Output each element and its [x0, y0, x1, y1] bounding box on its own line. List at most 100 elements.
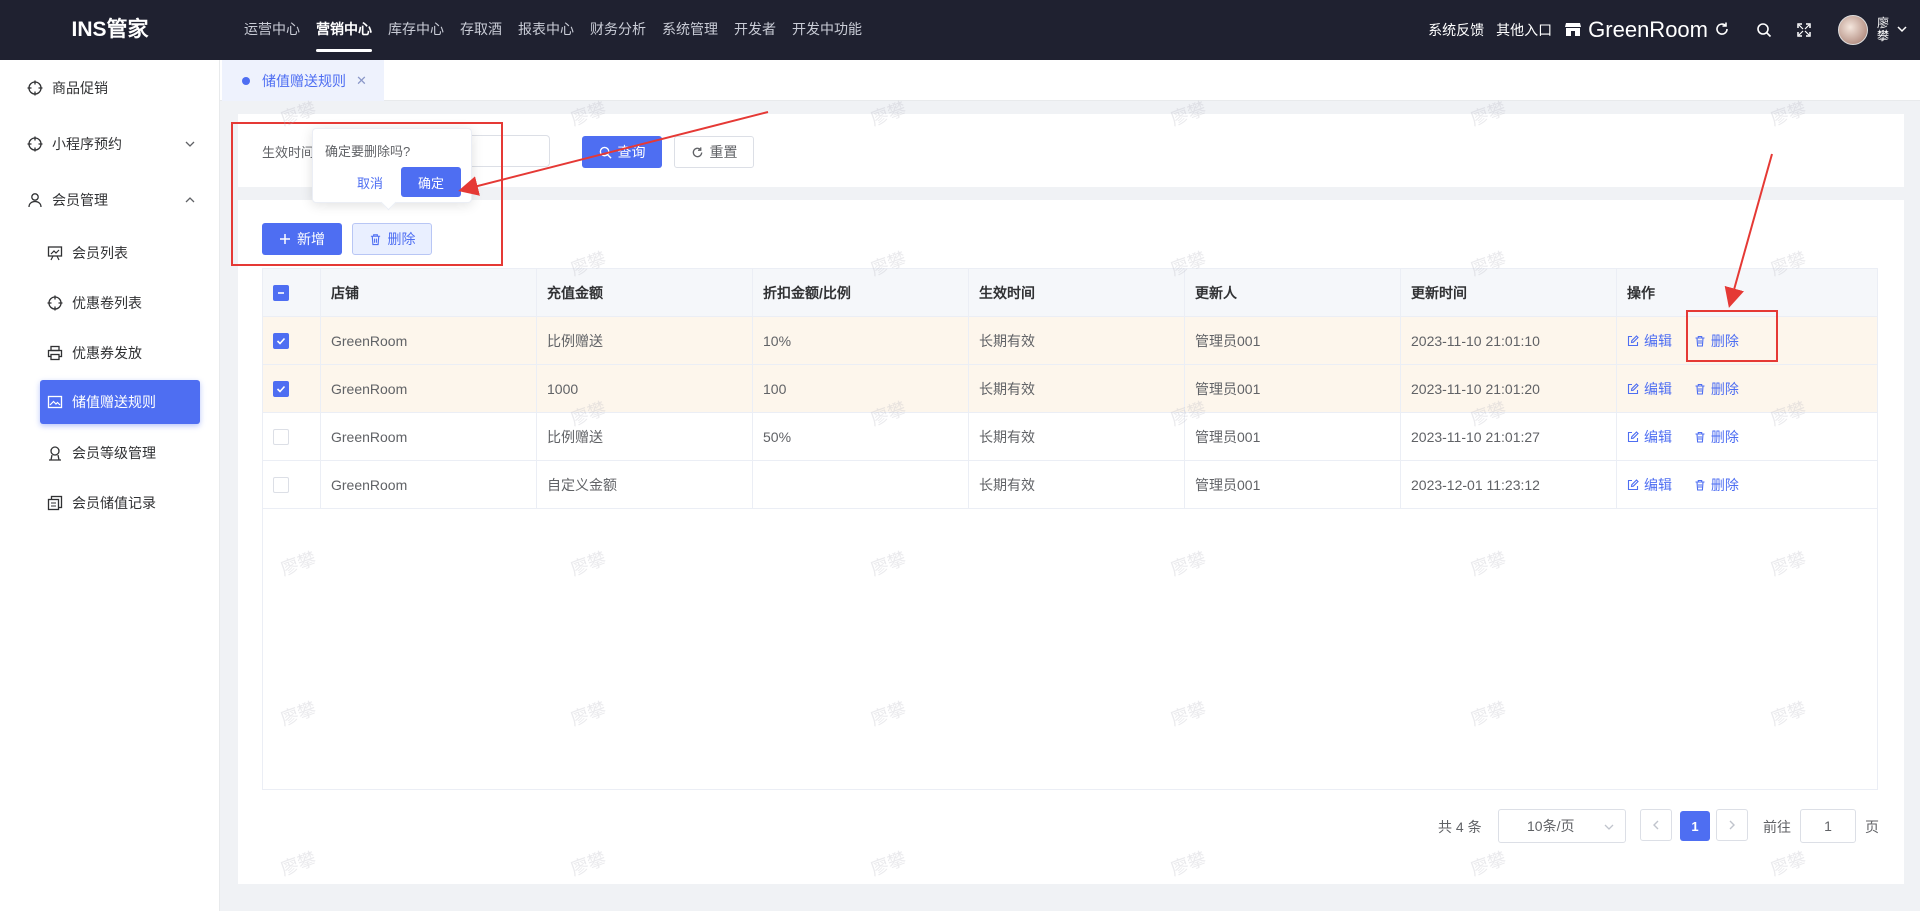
goto-page-input[interactable] [1800, 809, 1856, 843]
delete-button[interactable]: 删除 [1694, 461, 1739, 509]
cell-updater: 管理员001 [1185, 413, 1401, 461]
search-icon [599, 146, 612, 159]
sidebar-item-label: 会员等级管理 [72, 445, 156, 461]
table-row[interactable]: GreenRoom 1000 100 长期有效 管理员001 2023-11-1… [263, 365, 1877, 413]
sidebar-item-coupon-list[interactable]: 优惠卷列表 [0, 278, 220, 328]
topnav-item-wine-storage[interactable]: 存取酒 [452, 0, 510, 60]
delete-label: 删除 [1710, 429, 1739, 445]
pagination-total: 共 4 条 [1438, 819, 1482, 835]
image-icon [46, 393, 64, 411]
column-header-discount[interactable]: 折扣金额/比例 [753, 269, 969, 317]
annotation-box-toolbar [231, 122, 503, 266]
table-header-row: 店铺 充值金额 折扣金额/比例 生效时间 更新人 更新时间 操作 [263, 269, 1877, 317]
trash-icon [1695, 431, 1705, 443]
cell-actions: 编辑 删除 [1617, 365, 1877, 413]
chart-board-icon [46, 244, 64, 262]
sidebar-item-member-list[interactable]: 会员列表 [0, 228, 220, 278]
edit-button[interactable]: 编辑 [1627, 365, 1672, 413]
fullscreen-icon[interactable] [1794, 20, 1814, 40]
table-row[interactable]: GreenRoom 比例赠送 10% 长期有效 管理员001 2023-11-1… [263, 317, 1877, 365]
column-header-effective-time[interactable]: 生效时间 [969, 269, 1185, 317]
sidebar-item-member-level[interactable]: 会员等级管理 [0, 428, 220, 478]
topnav-item-operations[interactable]: 运营中心 [236, 0, 308, 60]
select-all-checkbox[interactable] [273, 285, 289, 301]
store-switcher[interactable]: GreenRoom [1564, 17, 1730, 43]
cell-effective-time: 长期有效 [969, 461, 1185, 509]
row-checkbox[interactable] [273, 333, 289, 349]
edit-icon [1627, 383, 1639, 395]
chevron-down-icon [1603, 820, 1615, 836]
row-checkbox-cell [263, 461, 321, 509]
prev-page-button[interactable] [1640, 809, 1672, 841]
row-checkbox[interactable] [273, 429, 289, 445]
query-button[interactable]: 查询 [582, 136, 662, 168]
cell-updated-at: 2023-11-10 21:01:27 [1401, 413, 1617, 461]
chevron-right-icon [1729, 820, 1735, 830]
column-header-amount[interactable]: 充值金额 [537, 269, 753, 317]
cell-shop: GreenRoom [321, 317, 537, 365]
cell-discount: 10% [753, 317, 969, 365]
user-icon [26, 191, 44, 209]
edit-button[interactable]: 编辑 [1627, 317, 1672, 365]
target-icon [26, 79, 44, 97]
feedback-link[interactable]: 系统反馈 [1428, 20, 1484, 40]
column-header-updated-at[interactable]: 更新时间 [1401, 269, 1617, 317]
cell-shop: GreenRoom [321, 365, 537, 413]
copy-icon [46, 494, 64, 512]
delete-button[interactable]: 删除 [1694, 365, 1739, 413]
page-size-select[interactable]: 10条/页 [1498, 809, 1626, 843]
edit-button[interactable]: 编辑 [1627, 413, 1672, 461]
sidebar-item-stored-value-rules[interactable]: 储值赠送规则 [40, 380, 200, 424]
row-checkbox[interactable] [273, 477, 289, 493]
close-icon[interactable]: ✕ [356, 73, 367, 89]
delete-label: 删除 [1710, 381, 1739, 397]
refresh-icon[interactable] [1714, 21, 1730, 40]
search-icon[interactable] [1754, 20, 1774, 40]
goto-label: 前往 [1763, 819, 1791, 835]
top-nav: 运营中心 营销中心 库存中心 存取酒 报表中心 财务分析 系统管理 开发者 开发… [236, 0, 870, 60]
sidebar-item-miniprogram-booking[interactable]: 小程序预约 [0, 119, 220, 169]
cell-amount: 比例赠送 [537, 413, 753, 461]
user-name[interactable]: 廖攀 [1876, 17, 1890, 43]
topnav-item-developer[interactable]: 开发者 [726, 0, 784, 60]
reset-button-label: 重置 [709, 144, 738, 160]
other-entry-link[interactable]: 其他入口 [1496, 20, 1552, 40]
user-avatar[interactable] [1838, 15, 1868, 45]
annotation-box-row-delete [1686, 310, 1778, 362]
table-row[interactable]: GreenRoom 比例赠送 50% 长期有效 管理员001 2023-11-1… [263, 413, 1877, 461]
sidebar-item-product-promotion[interactable]: 商品促销 [0, 63, 220, 113]
query-button-label: 查询 [617, 144, 646, 160]
delete-button[interactable]: 删除 [1694, 413, 1739, 461]
edit-label: 编辑 [1644, 477, 1672, 493]
chevron-down-icon[interactable] [1896, 22, 1908, 38]
tab-stored-value-rules[interactable]: 储值赠送规则 ✕ [222, 60, 384, 101]
page-number[interactable]: 1 [1680, 811, 1710, 841]
topnav-item-in-development[interactable]: 开发中功能 [784, 0, 870, 60]
app-logo[interactable]: INS管家 [0, 0, 220, 60]
edit-button[interactable]: 编辑 [1627, 461, 1672, 509]
sidebar-item-stored-value-records[interactable]: 会员储值记录 [0, 478, 220, 528]
cell-amount: 1000 [537, 365, 753, 413]
reset-button[interactable]: 重置 [674, 136, 754, 168]
topnav-item-system[interactable]: 系统管理 [654, 0, 726, 60]
sidebar-item-member-management[interactable]: 会员管理 [0, 175, 220, 225]
target-icon [26, 135, 44, 153]
topnav-item-reports[interactable]: 报表中心 [510, 0, 582, 60]
topnav-item-inventory[interactable]: 库存中心 [380, 0, 452, 60]
edit-label: 编辑 [1644, 429, 1672, 445]
print-icon [46, 344, 64, 362]
delete-label: 删除 [1710, 477, 1739, 493]
table-row[interactable]: GreenRoom 自定义金额 长期有效 管理员001 2023-12-01 1… [263, 461, 1877, 509]
cell-updater: 管理员001 [1185, 365, 1401, 413]
column-header-shop[interactable]: 店铺 [321, 269, 537, 317]
column-header-updater[interactable]: 更新人 [1185, 269, 1401, 317]
row-checkbox[interactable] [273, 381, 289, 397]
trash-icon [1695, 479, 1705, 491]
cell-actions: 编辑 删除 [1617, 461, 1877, 509]
topnav-item-finance[interactable]: 财务分析 [582, 0, 654, 60]
tab-label: 储值赠送规则 [262, 72, 346, 89]
cell-effective-time: 长期有效 [969, 413, 1185, 461]
next-page-button[interactable] [1716, 809, 1748, 841]
topnav-item-marketing[interactable]: 营销中心 [308, 0, 380, 60]
sidebar-item-coupon-issue[interactable]: 优惠券发放 [0, 328, 220, 378]
